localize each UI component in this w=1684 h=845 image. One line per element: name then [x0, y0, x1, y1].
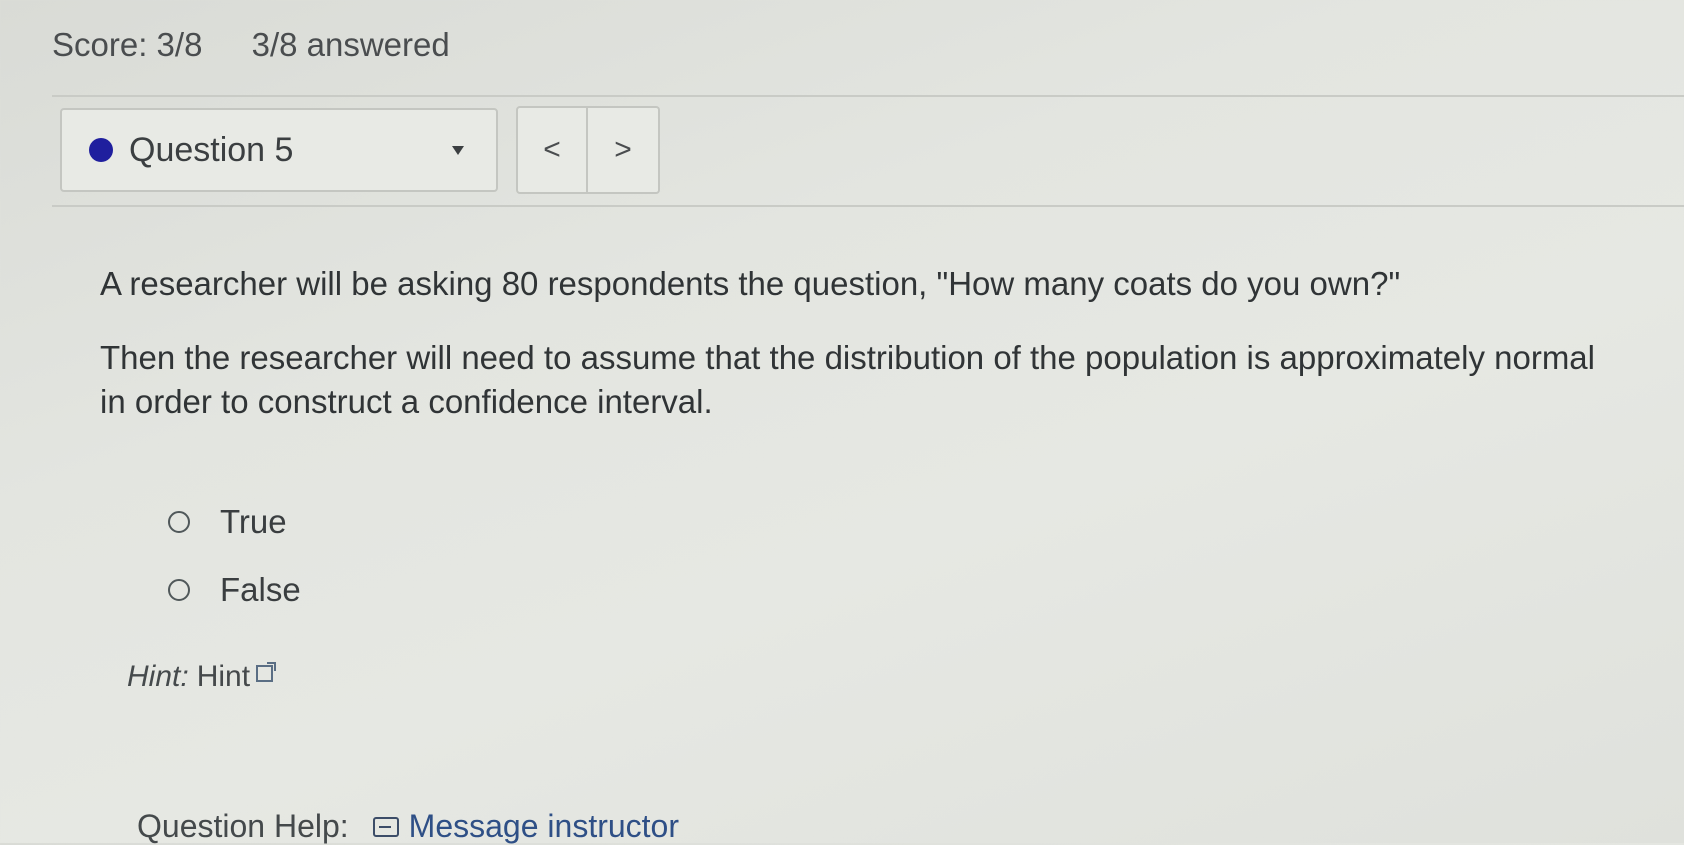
external-link-icon — [256, 661, 277, 682]
hint-prefix: Hint: — [127, 660, 189, 693]
question-select-label: Question 5 — [129, 130, 294, 169]
answered-count: 3/8 answered — [251, 26, 450, 63]
answer-options: True False — [168, 499, 301, 635]
message-instructor-link[interactable]: Message instructor — [409, 808, 679, 845]
envelope-icon — [372, 816, 399, 837]
caret-down-icon — [452, 145, 464, 155]
question-help-label: Question Help: — [137, 808, 349, 844]
divider-bottom — [52, 205, 1684, 207]
answer-option-false[interactable]: False — [168, 567, 301, 613]
answer-option-true[interactable]: True — [168, 499, 301, 545]
question-text: A researcher will be asking 80 responden… — [100, 262, 1600, 454]
previous-question-button[interactable]: < — [516, 106, 588, 194]
score-text: Score: 3/8 — [52, 26, 203, 63]
score-row: Score: 3/8 3/8 answered — [52, 26, 490, 64]
hint-link[interactable]: Hint — [197, 660, 250, 694]
question-select-dropdown[interactable]: Question 5 — [60, 108, 498, 192]
chevron-right-icon: > — [614, 133, 632, 166]
divider-top — [52, 95, 1684, 97]
radio-button-false[interactable] — [168, 579, 190, 601]
hint-row: Hint: Hint — [127, 660, 277, 694]
question-paragraph-2: Then the researcher will need to assume … — [100, 339, 1595, 420]
answer-label-true[interactable]: True — [220, 503, 287, 541]
question-nav-buttons: < > — [516, 106, 660, 194]
chevron-left-icon: < — [543, 133, 561, 166]
next-question-button[interactable]: > — [588, 106, 660, 194]
answer-label-false[interactable]: False — [220, 571, 301, 609]
question-paragraph-1: A researcher will be asking 80 responden… — [100, 265, 1401, 302]
question-help-row: Question Help: Message instructor — [137, 808, 679, 845]
question-status-dot — [89, 138, 113, 162]
radio-button-true[interactable] — [168, 511, 190, 533]
